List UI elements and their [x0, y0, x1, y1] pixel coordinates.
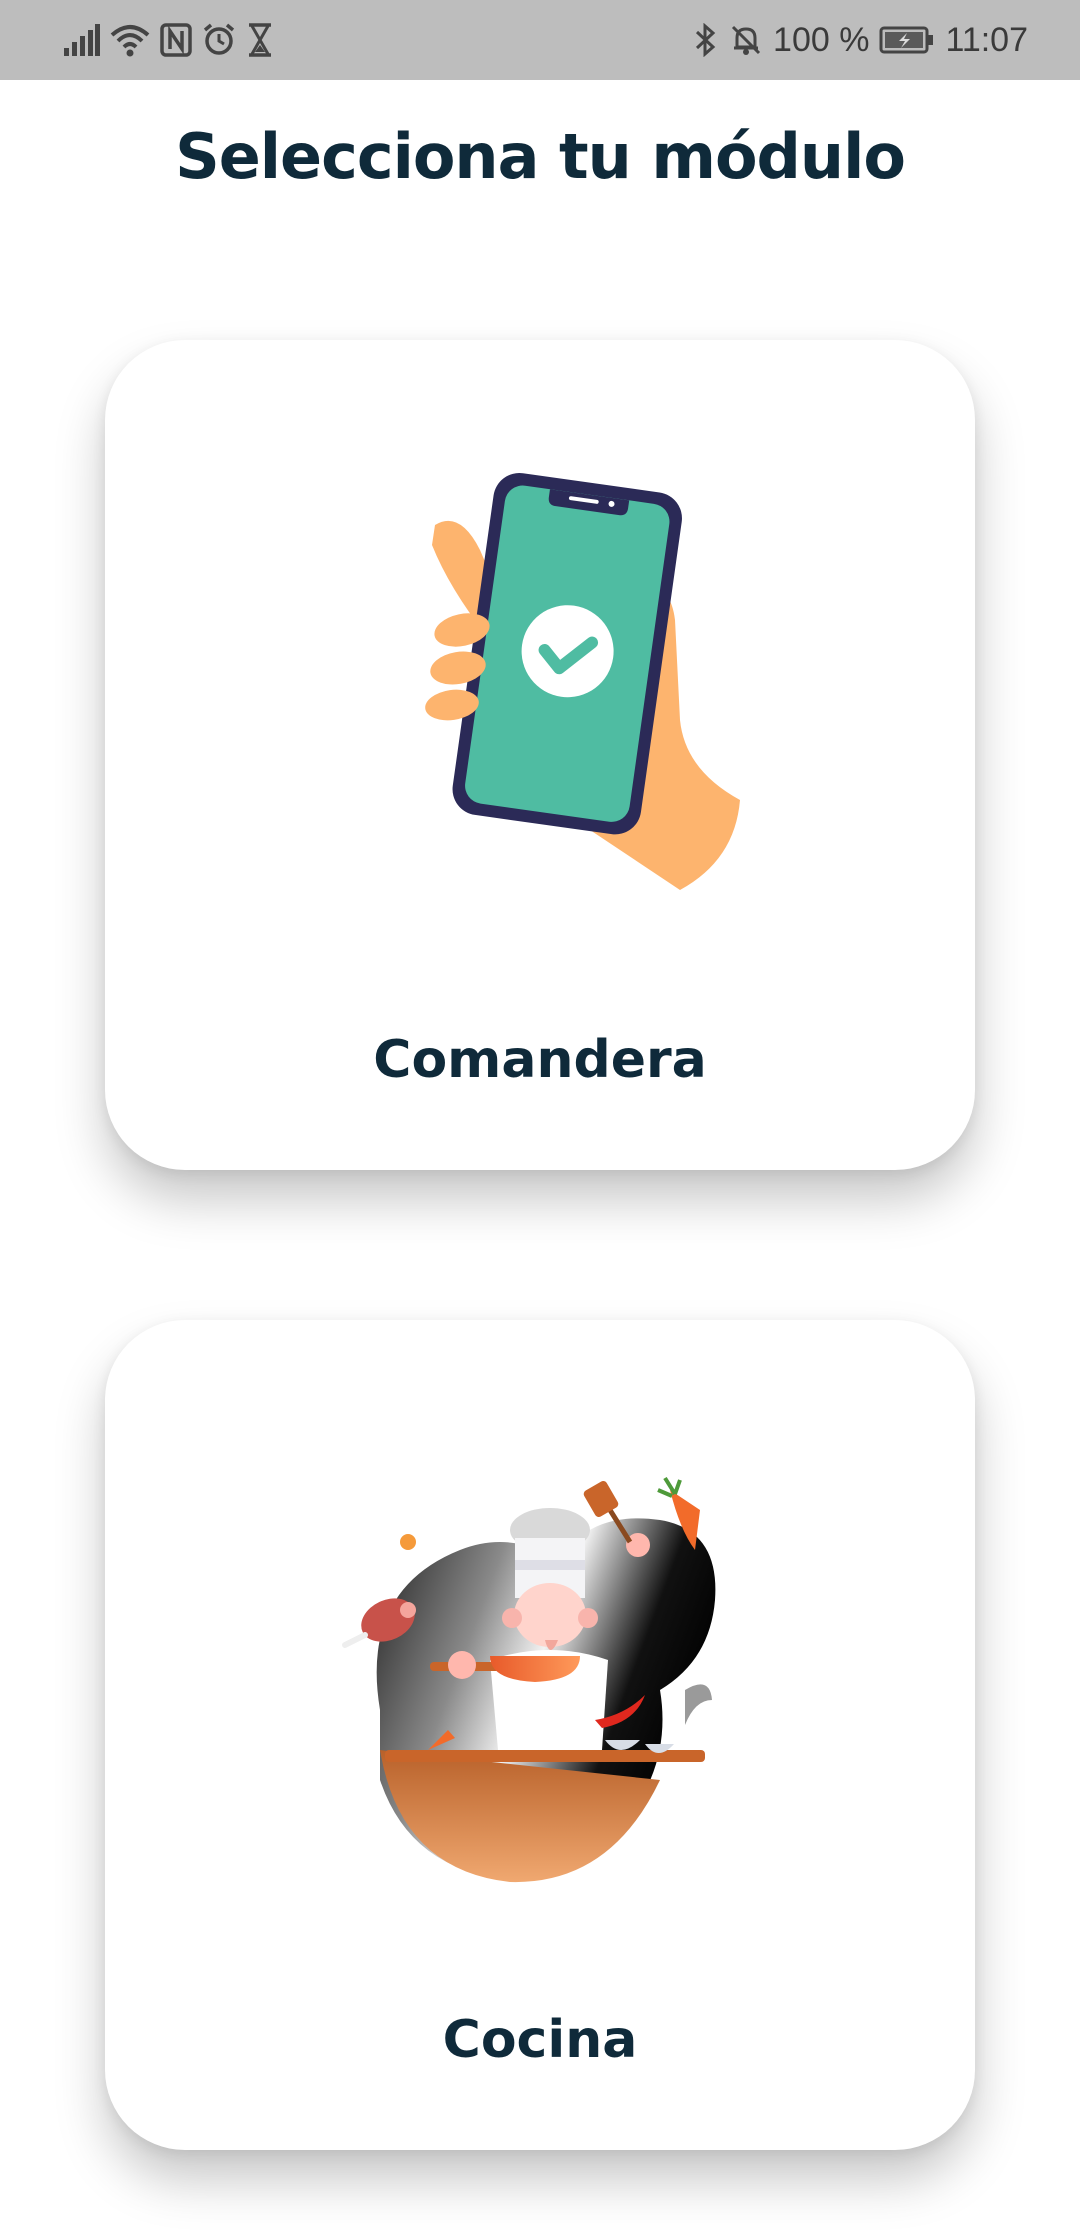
- battery-percent: 100 %: [773, 20, 870, 59]
- status-bar-left-icons: [64, 18, 274, 62]
- signal-icon: [64, 24, 100, 56]
- phone-check-icon: [340, 470, 740, 920]
- module-label-cocina: Cocina: [442, 2010, 638, 2070]
- nfc-icon: [160, 23, 192, 57]
- mute-icon: [729, 23, 763, 57]
- hourglass-icon: [246, 23, 274, 57]
- status-bar-right: 100 % 11:07: [693, 18, 1028, 62]
- module-card-cocina[interactable]: Cocina: [105, 1320, 975, 2150]
- module-card-comandera[interactable]: Comandera: [105, 340, 975, 1170]
- clock: 11:07: [945, 20, 1028, 59]
- page-title: Selecciona tu módulo: [175, 120, 906, 193]
- wifi-icon: [110, 23, 150, 57]
- chef-icon: [340, 1450, 740, 1900]
- status-bar: 100 % 11:07: [0, 0, 1080, 80]
- battery-charging-icon: [879, 25, 935, 55]
- module-label-comandera: Comandera: [373, 1030, 707, 1090]
- alarm-icon: [202, 23, 236, 57]
- bluetooth-icon: [693, 23, 719, 57]
